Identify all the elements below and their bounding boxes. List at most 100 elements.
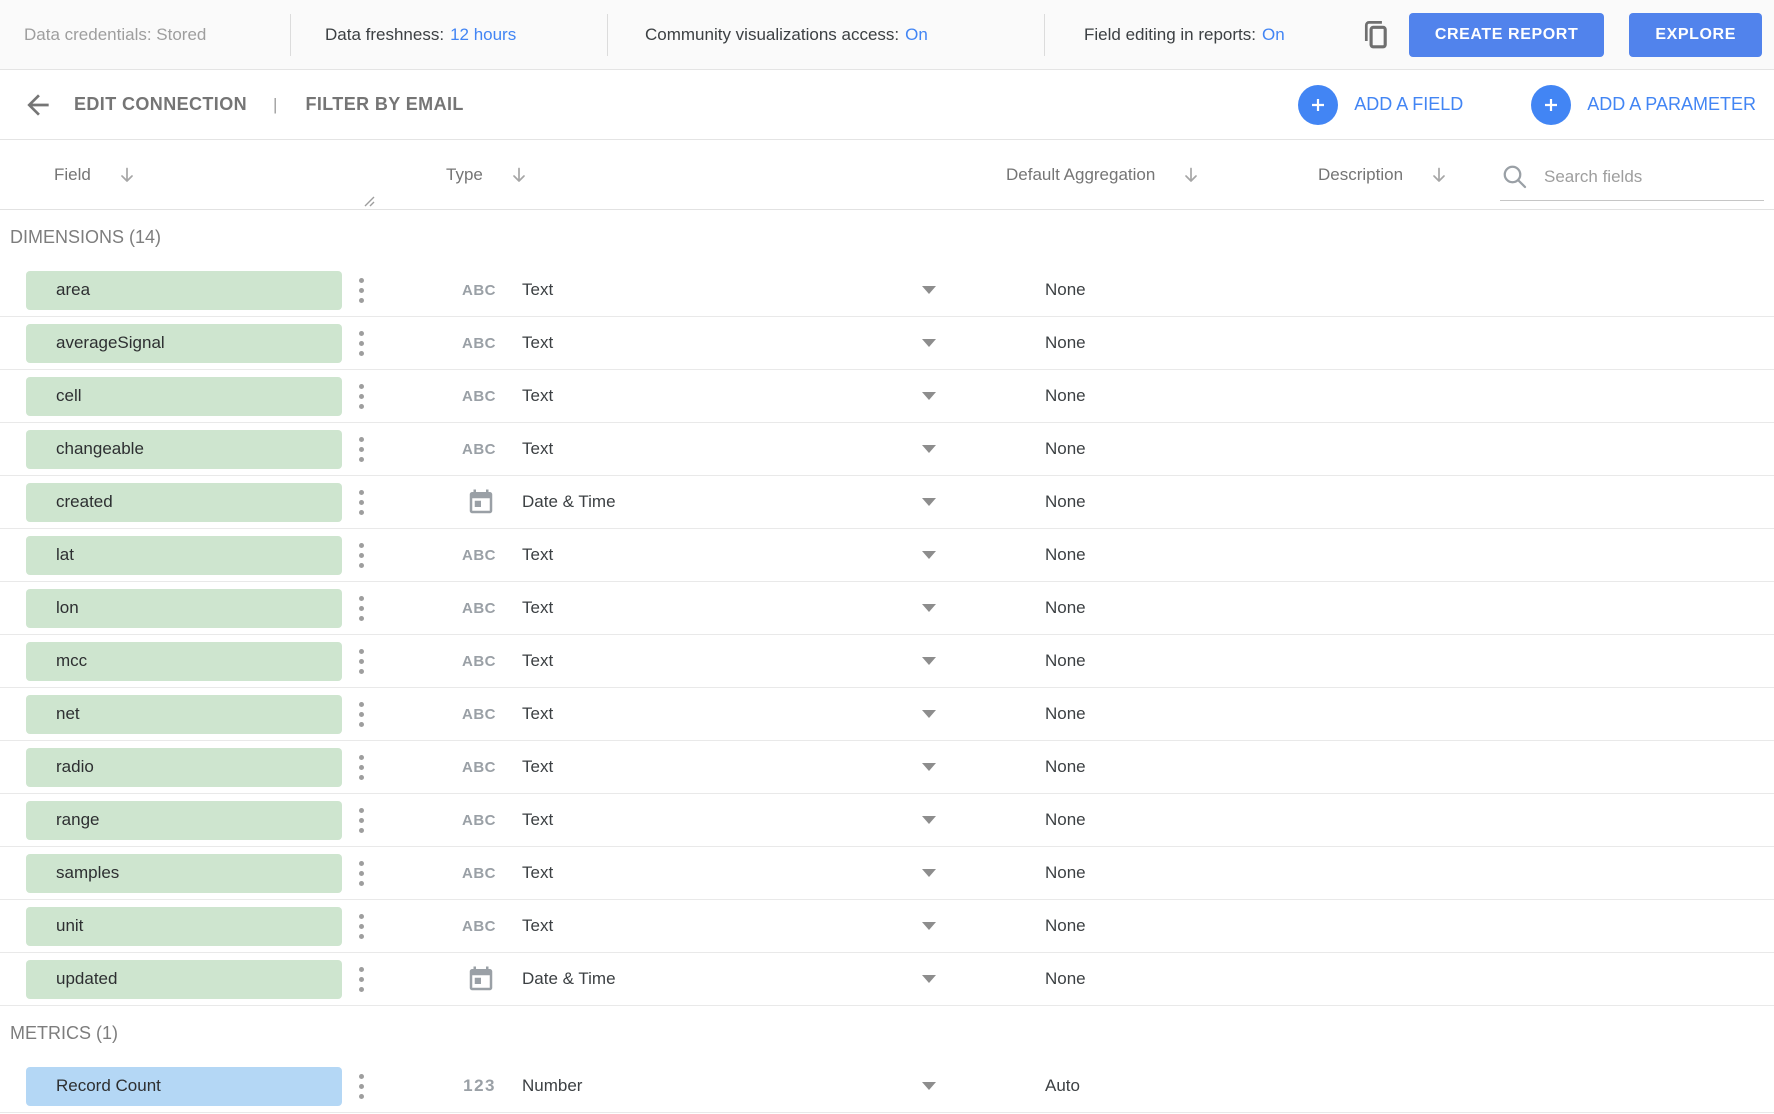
aggregation-select[interactable]: None [948,810,1258,830]
description-cell[interactable] [1258,476,1774,528]
aggregation-select[interactable]: None [948,439,1258,459]
field-name-pill[interactable]: radio [26,748,342,787]
field-options-menu-button[interactable] [342,589,380,628]
type-select[interactable]: Text [498,280,948,300]
field-name-pill[interactable]: area [26,271,342,310]
field-name-pill[interactable]: Record Count [26,1067,342,1106]
aggregation-select[interactable]: None [948,651,1258,671]
search-fields-input[interactable] [1542,166,1764,188]
type-select[interactable]: Text [498,439,948,459]
type-select[interactable]: Text [498,916,948,936]
type-select[interactable]: Text [498,810,948,830]
type-column-header[interactable]: Type [446,165,529,185]
field-options-menu-button[interactable] [342,854,380,893]
column-resize-handle[interactable] [360,192,375,207]
field-name-pill[interactable]: unit [26,907,342,946]
field-options-menu-button[interactable] [342,695,380,734]
aggregation-select[interactable]: None [948,704,1258,724]
description-cell[interactable] [1258,847,1774,899]
field-options-menu-button[interactable] [342,536,380,575]
field-options-menu-button[interactable] [342,801,380,840]
field-options-menu-button[interactable] [342,1067,380,1106]
aggregation-column-header[interactable]: Default Aggregation [1006,165,1201,185]
description-cell[interactable] [1258,900,1774,952]
field-options-menu-button[interactable] [342,483,380,522]
aggregation-value: None [1045,280,1086,299]
type-select[interactable]: Text [498,598,948,618]
aggregation-select[interactable]: None [948,280,1258,300]
description-cell[interactable] [1258,635,1774,687]
copy-icon [1357,17,1393,53]
data-freshness-value[interactable]: 12 hours [450,25,516,45]
aggregation-select[interactable]: Auto [948,1076,1258,1096]
field-name-pill[interactable]: updated [26,960,342,999]
table-row: cell ABC Text None [0,370,1774,423]
field-options-menu-button[interactable] [342,960,380,999]
dropdown-arrow-icon [922,498,936,506]
aggregation-select[interactable]: None [948,598,1258,618]
aggregation-select[interactable]: None [948,916,1258,936]
table-row: radio ABC Text None [0,741,1774,794]
field-name: samples [56,863,119,883]
field-name-cell: lat [0,536,342,575]
aggregation-select[interactable]: None [948,757,1258,777]
description-cell[interactable] [1258,370,1774,422]
explore-button[interactable]: EXPLORE [1629,13,1762,57]
type-select[interactable]: Text [498,545,948,565]
description-cell[interactable] [1258,1060,1774,1112]
description-cell[interactable] [1258,688,1774,740]
field-options-menu-button[interactable] [342,324,380,363]
field-name-pill[interactable]: lat [26,536,342,575]
description-cell[interactable] [1258,741,1774,793]
field-options-menu-button[interactable] [342,377,380,416]
type-select[interactable]: Text [498,863,948,883]
aggregation-select[interactable]: None [948,863,1258,883]
field-options-menu-button[interactable] [342,642,380,681]
type-select[interactable]: Text [498,333,948,353]
filter-by-email-button[interactable]: FILTER BY EMAIL [305,94,463,115]
type-select[interactable]: Number [498,1076,948,1096]
description-cell[interactable] [1258,794,1774,846]
type-select[interactable]: Text [498,757,948,777]
field-options-menu-button[interactable] [342,748,380,787]
create-report-button[interactable]: CREATE REPORT [1409,13,1605,57]
type-select[interactable]: Date & Time [498,492,948,512]
field-name-pill[interactable]: samples [26,854,342,893]
field-options-menu-button[interactable] [342,907,380,946]
field-name-pill[interactable]: averageSignal [26,324,342,363]
add-parameter-button[interactable]: ADD A PARAMETER [1531,85,1756,125]
field-name-pill[interactable]: range [26,801,342,840]
section-rows: area ABC Text None averageSignal AB [0,264,1774,1006]
field-name-pill[interactable]: changeable [26,430,342,469]
add-field-button[interactable]: ADD A FIELD [1298,85,1463,125]
description-column-header[interactable]: Description [1318,165,1449,185]
field-name-pill[interactable]: cell [26,377,342,416]
description-cell[interactable] [1258,423,1774,475]
field-options-menu-button[interactable] [342,430,380,469]
field-column-header[interactable]: Field [54,165,137,185]
type-select[interactable]: Date & Time [498,969,948,989]
type-select[interactable]: Text [498,651,948,671]
field-name-pill[interactable]: mcc [26,642,342,681]
description-cell[interactable] [1258,264,1774,316]
description-cell[interactable] [1258,529,1774,581]
type-select[interactable]: Text [498,386,948,406]
field-name-pill[interactable]: lon [26,589,342,628]
copy-datasource-button[interactable] [1357,17,1393,53]
field-name-pill[interactable]: net [26,695,342,734]
field-options-menu-button[interactable] [342,271,380,310]
edit-connection-button[interactable]: EDIT CONNECTION [74,94,247,115]
description-cell[interactable] [1258,953,1774,1005]
aggregation-select[interactable]: None [948,969,1258,989]
field-name-pill[interactable]: created [26,483,342,522]
aggregation-select[interactable]: None [948,386,1258,406]
description-cell[interactable] [1258,317,1774,369]
aggregation-select[interactable]: None [948,333,1258,353]
type-select[interactable]: Text [498,704,948,724]
description-cell[interactable] [1258,582,1774,634]
aggregation-select[interactable]: None [948,492,1258,512]
aggregation-select[interactable]: None [948,545,1258,565]
back-button[interactable] [22,89,54,121]
field-editing-value[interactable]: On [1262,25,1285,45]
community-visualizations-value[interactable]: On [905,25,928,45]
